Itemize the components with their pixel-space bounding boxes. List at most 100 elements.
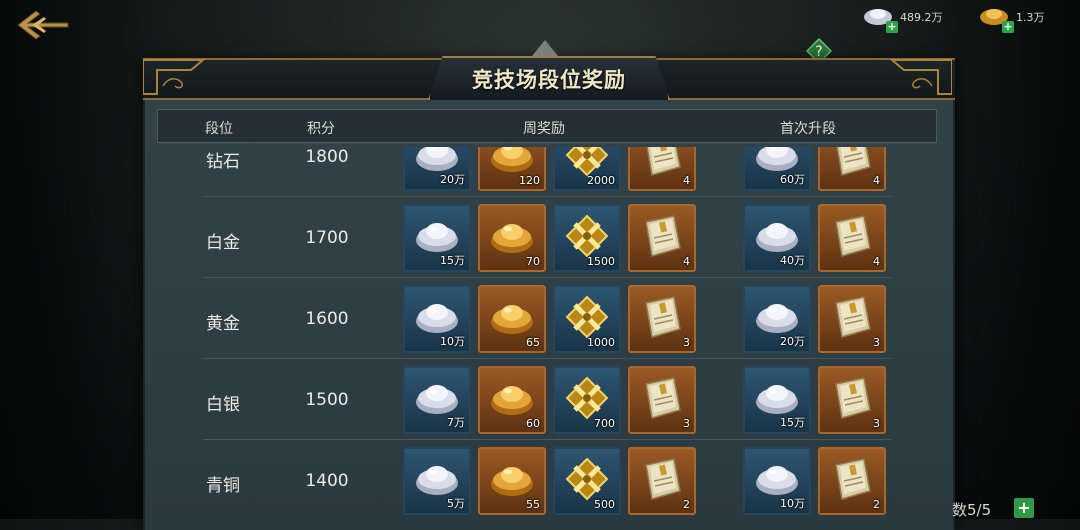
reward-quantity: 2000 [587, 174, 615, 187]
reward-quantity: 60万 [780, 173, 805, 186]
weekly-reward-slot[interactable]: 10万 [403, 285, 471, 353]
column-score: 积分 [307, 121, 335, 137]
gold-currency: + 1.3万 [978, 4, 1045, 33]
crossed-swords-badge-icon [563, 147, 611, 177]
rank-name: 青铜 [206, 476, 240, 496]
title-plate: 竞技场段位奖励 [428, 56, 670, 100]
reward-quantity: 1500 [587, 255, 615, 268]
reward-quantity: 4 [683, 255, 690, 268]
reward-quantity: 2 [873, 498, 880, 511]
weekly-reward-slot[interactable]: 70 [478, 204, 546, 272]
first-reward-slot[interactable]: 4 [818, 147, 886, 191]
first-reward-slot[interactable]: 4 [818, 204, 886, 272]
scroll-book-icon [638, 147, 686, 177]
reward-quantity: 700 [594, 417, 615, 430]
first-reward-slot[interactable]: 40万 [743, 204, 811, 272]
weekly-reward-slot[interactable]: 5万 [403, 447, 471, 515]
gold-ingot-icon: + [978, 5, 1014, 33]
weekly-reward-slot[interactable]: 15万 [403, 204, 471, 272]
row-divider [203, 277, 891, 278]
reward-quantity: 20万 [780, 335, 805, 348]
weekly-reward-slot[interactable]: 55 [478, 447, 546, 515]
add-count-button[interactable]: + [1014, 498, 1034, 518]
reward-quantity: 15万 [440, 254, 465, 267]
weekly-reward-slot[interactable]: 3 [628, 366, 696, 434]
rank-name: 白银 [206, 395, 240, 415]
first-reward-slot[interactable]: 15万 [743, 366, 811, 434]
reward-quantity: 15万 [780, 416, 805, 429]
reward-quantity: 60 [526, 417, 540, 430]
crossed-swords-badge-icon [563, 376, 611, 420]
reward-quantity: 4 [873, 255, 880, 268]
reward-quantity: 20万 [440, 173, 465, 186]
rank-score: 1400 [305, 471, 349, 491]
first-reward-slot[interactable]: 20万 [743, 285, 811, 353]
rank-name: 黄金 [206, 314, 240, 334]
gold-value: 1.3万 [1016, 11, 1045, 24]
back-button[interactable] [14, 6, 72, 44]
first-reward-slot[interactable]: 3 [818, 285, 886, 353]
reward-quantity: 5万 [447, 497, 465, 510]
reward-table[interactable]: 钻石 1800 20万 120 2000 4 60万 4 白金 1700 15万 70 1500 4 40万… [143, 147, 951, 519]
reward-quantity: 3 [683, 417, 690, 430]
add-gold-button[interactable]: + [1002, 21, 1014, 33]
corner-ornament-right [889, 59, 952, 95]
reward-quantity: 7万 [447, 416, 465, 429]
scroll-book-icon [638, 295, 686, 339]
first-reward-slot[interactable]: 3 [818, 366, 886, 434]
reward-quantity: 4 [873, 174, 880, 187]
table-row: 黄金 1600 10万 65 1000 3 20万 3 [143, 279, 951, 359]
scroll-book-icon [828, 376, 876, 420]
reward-quantity: 2 [683, 498, 690, 511]
column-first-promotion: 首次升段 [780, 121, 836, 137]
weekly-reward-slot[interactable]: 7万 [403, 366, 471, 434]
crossed-swords-badge-icon [563, 214, 611, 258]
weekly-reward-slot[interactable]: 4 [628, 204, 696, 272]
weekly-reward-slot[interactable]: 500 [553, 447, 621, 515]
weekly-reward-slot[interactable]: 1500 [553, 204, 621, 272]
weekly-reward-slot[interactable]: 20万 [403, 147, 471, 191]
row-divider [203, 358, 891, 359]
reward-quantity: 40万 [780, 254, 805, 267]
weekly-reward-slot[interactable]: 120 [478, 147, 546, 191]
scroll-book-icon [828, 147, 876, 177]
corner-ornament-left [143, 59, 206, 95]
weekly-reward-slot[interactable]: 3 [628, 285, 696, 353]
table-row: 钻石 1800 20万 120 2000 4 60万 4 [143, 147, 951, 197]
first-reward-slot[interactable]: 2 [818, 447, 886, 515]
reward-quantity: 1000 [587, 336, 615, 349]
first-reward-slot[interactable]: 10万 [743, 447, 811, 515]
reward-quantity: 10万 [780, 497, 805, 510]
reward-quantity: 3 [873, 336, 880, 349]
rank-score: 1700 [305, 228, 349, 248]
rank-score: 1800 [305, 147, 349, 167]
weekly-reward-slot[interactable]: 1000 [553, 285, 621, 353]
panel-title: 竞技场段位奖励 [472, 68, 626, 92]
silver-value: 489.2万 [900, 11, 943, 24]
table-row: 青铜 1400 5万 55 500 2 10万 2 [143, 441, 951, 519]
weekly-reward-slot[interactable]: 2000 [553, 147, 621, 191]
weekly-reward-slot[interactable]: 4 [628, 147, 696, 191]
weekly-reward-slot[interactable]: 700 [553, 366, 621, 434]
gold-ingot-icon [488, 376, 536, 420]
row-divider [203, 439, 891, 440]
crossed-swords-badge-icon [563, 295, 611, 339]
reward-quantity: 3 [683, 336, 690, 349]
weekly-reward-slot[interactable]: 60 [478, 366, 546, 434]
first-reward-slot[interactable]: 60万 [743, 147, 811, 191]
reward-quantity: 4 [683, 174, 690, 187]
count-text: 数5/5 [952, 501, 992, 519]
table-header: 段位 积分 周奖励 首次升段 [157, 109, 937, 143]
reward-quantity: 3 [873, 417, 880, 430]
reward-quantity: 65 [526, 336, 540, 349]
add-silver-button[interactable]: + [886, 21, 898, 33]
rank-name: 钻石 [206, 152, 240, 172]
back-arrow-icon [17, 10, 69, 40]
column-weekly-reward: 周奖励 [523, 121, 565, 137]
reward-quantity: 120 [519, 174, 540, 187]
scroll-book-icon [638, 457, 686, 501]
scroll-book-icon [638, 214, 686, 258]
weekly-reward-slot[interactable]: 2 [628, 447, 696, 515]
table-row: 白银 1500 7万 60 700 3 15万 3 [143, 360, 951, 440]
weekly-reward-slot[interactable]: 65 [478, 285, 546, 353]
